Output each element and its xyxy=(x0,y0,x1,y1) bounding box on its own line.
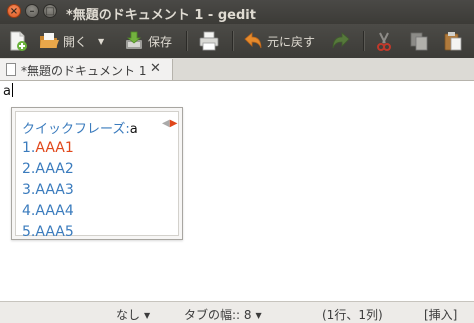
save-button[interactable]: 保存 xyxy=(123,27,172,55)
editor-text: a xyxy=(3,84,11,99)
undo-icon xyxy=(242,30,264,52)
prev-page-icon[interactable]: ◀ xyxy=(162,118,170,129)
new-document-button[interactable] xyxy=(6,27,28,55)
window-title: *無題のドキュメント 1 - gedit xyxy=(66,8,256,23)
open-label: 開く xyxy=(63,34,88,49)
save-label: 保存 xyxy=(148,34,173,49)
tab-label: *無題のドキュメント 1 xyxy=(21,64,147,78)
title-bar: × – □ *無題のドキュメント 1 - gedit xyxy=(0,0,474,24)
maximize-window-button[interactable]: □ xyxy=(43,4,57,18)
maximize-icon: □ xyxy=(45,6,55,17)
save-icon xyxy=(123,30,145,52)
close-icon: × xyxy=(9,6,19,17)
paste-button[interactable] xyxy=(442,27,464,55)
new-document-icon xyxy=(6,30,28,52)
cursor-position: (1行、1列) xyxy=(322,308,383,322)
minimize-icon: – xyxy=(29,6,35,17)
cut-icon xyxy=(373,30,395,52)
cut-button[interactable] xyxy=(373,27,395,55)
toolbar-separator xyxy=(363,31,365,51)
undo-label: 元に戻す xyxy=(267,34,316,49)
typed-text: a xyxy=(129,122,138,137)
dropdown-arrow-icon: ▼ xyxy=(144,311,151,320)
candidate-item[interactable]: 5.AAA5 xyxy=(22,224,74,240)
close-window-button[interactable]: × xyxy=(7,4,21,18)
tab-width-selector[interactable]: タブの幅:: 8 ▼ xyxy=(184,306,262,323)
copy-button[interactable] xyxy=(408,27,430,55)
insert-mode-indicator: [挿入] xyxy=(424,308,458,322)
text-caret xyxy=(11,83,13,97)
toolbar-separator xyxy=(186,31,188,51)
page-arrows[interactable]: ◀▶ xyxy=(162,118,177,129)
popup-header: クイックフレーズ:a xyxy=(22,118,138,137)
popup-panel: クイックフレーズ:a ◀▶ 1.AAA1 2.AAA2 3.AAA3 4.AAA… xyxy=(15,111,179,240)
open-folder-icon xyxy=(38,30,60,52)
toolbar: 開く ▼ 保存 元に戻す xyxy=(0,24,474,58)
redo-icon xyxy=(330,30,352,52)
minimize-window-button[interactable]: – xyxy=(25,4,39,18)
dropdown-arrow-icon: ▼ xyxy=(255,311,262,320)
language-selector[interactable]: なし ▼ xyxy=(116,306,150,323)
next-page-icon[interactable]: ▶ xyxy=(170,118,178,129)
quick-phrase-label: クイックフレーズ: xyxy=(22,122,130,137)
open-button[interactable]: 開く xyxy=(38,27,87,55)
redo-button[interactable] xyxy=(330,27,352,55)
dropdown-arrow-icon: ▼ xyxy=(98,36,105,46)
candidate-item[interactable]: 4.AAA4 xyxy=(22,203,74,219)
toolbar-separator xyxy=(232,31,234,51)
status-bar: なし ▼ タブの幅:: 8 ▼ (1行、1列) [挿入] xyxy=(0,301,474,323)
candidate-item[interactable]: 2.AAA2 xyxy=(22,161,74,177)
tab-untitled-document[interactable]: *無題のドキュメント 1 ✕ xyxy=(0,59,173,80)
undo-button[interactable]: 元に戻す xyxy=(242,27,315,55)
document-tab-strip: *無題のドキュメント 1 ✕ xyxy=(0,58,474,81)
print-button[interactable] xyxy=(198,27,220,55)
open-recent-dropdown[interactable]: ▼ xyxy=(98,27,104,55)
editor-line-1: a xyxy=(3,83,13,99)
paste-icon xyxy=(442,30,464,52)
candidate-item[interactable]: 3.AAA3 xyxy=(22,182,74,198)
quick-phrase-popup: クイックフレーズ:a ◀▶ 1.AAA1 2.AAA2 3.AAA3 4.AAA… xyxy=(11,107,183,240)
print-icon xyxy=(198,30,220,52)
candidate-item[interactable]: 1.AAA1 xyxy=(22,140,74,156)
copy-icon xyxy=(408,30,430,52)
tab-close-icon[interactable]: ✕ xyxy=(150,61,161,76)
document-icon xyxy=(6,63,16,76)
